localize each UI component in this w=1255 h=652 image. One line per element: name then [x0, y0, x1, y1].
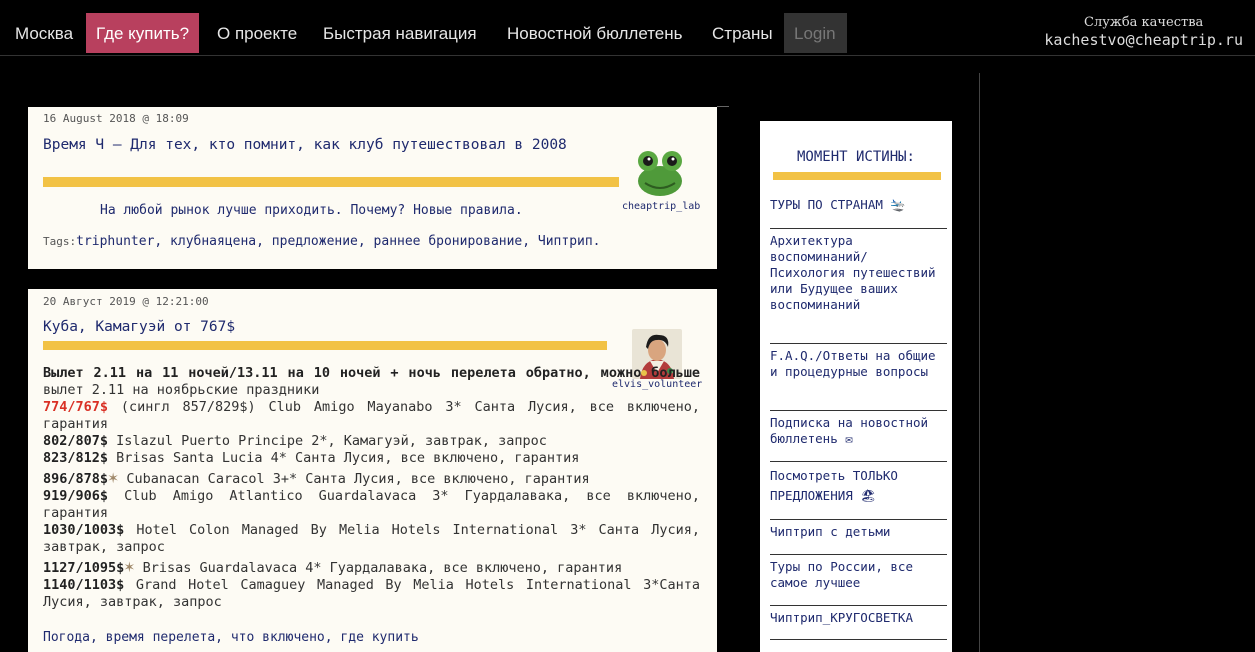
offer-price: 774/767$: [43, 399, 109, 415]
sidebar-divider: [770, 605, 947, 606]
palm-icon: ✶: [108, 468, 119, 488]
sidebar-item-tours-by-country[interactable]: ТУРЫ ПО СТРАНАМ 🛬: [770, 197, 950, 213]
offer-line: 823/812$ Brisas Santa Lucia 4* Санта Лус…: [43, 450, 700, 467]
offer-price: 896/878$: [43, 471, 109, 487]
nav-item-quick-navigation[interactable]: Быстрая навигация: [313, 13, 487, 53]
sidebar-item-round-the-world[interactable]: Чиптрип_КРУГОСВЕТКА: [770, 610, 950, 626]
frog-avatar-icon[interactable]: [635, 147, 685, 197]
offer-text: Brisas Santa Lucia 4* Санта Лусия, все в…: [108, 450, 580, 466]
title-underline-bar: [43, 177, 619, 187]
offer-price: 1030/1003$: [43, 522, 125, 538]
sidebar-item-offers-only[interactable]: Посмотреть ТОЛЬКО ПРЕДЛОЖЕНИЯ 🏖: [770, 466, 950, 506]
post-footer-link[interactable]: Погода, время перелета, что включено, гд…: [43, 630, 419, 645]
offer-line: 1127/1095$✶ Brisas Guardalavaca 4* Гуард…: [43, 559, 700, 577]
login-button[interactable]: Login: [784, 13, 847, 53]
offer-line: 919/906$ Club Amigo Atlantico Guardalava…: [43, 488, 700, 522]
top-navigation: Москва Где купить? О проекте Быстрая нав…: [0, 0, 1255, 56]
post-card: 20 Август 2019 @ 12:21:00 Куба, Камагуэй…: [28, 289, 717, 652]
sidebar-item-newsletter-subscribe[interactable]: Подписка на новостной бюллетень ✉: [770, 415, 950, 447]
sidebar-divider: [770, 519, 947, 520]
offer-text: Cubanacan Caracol 3+* Санта Лусия, все в…: [118, 471, 590, 487]
offer-text: Islazul Puerto Principe 2*, Камагуэй, за…: [108, 433, 547, 449]
nav-item-where-to-buy[interactable]: Где купить?: [86, 13, 200, 53]
nav-item-countries[interactable]: Страны: [702, 13, 783, 53]
sidebar-title-bar: [773, 172, 941, 180]
offer-line: 1140/1103$ Grand Hotel Camaguey Managed …: [43, 577, 700, 611]
tags-links[interactable]: triphunter, клубнаяцена, предложение, ра…: [76, 234, 600, 249]
post-tags: Tags:triphunter, клубнаяцена, предложени…: [43, 234, 601, 249]
palm-icon: ✶: [124, 557, 135, 577]
sidebar-item-russia-tours[interactable]: Туры по России, все самое лучшее: [770, 559, 950, 591]
nav-item-moscow[interactable]: Москва: [5, 13, 83, 53]
post-author[interactable]: cheaptrip_lab: [622, 201, 700, 212]
offer-price: 919/906$: [43, 488, 109, 504]
title-underline-bar: [43, 341, 607, 350]
post-card: 16 August 2018 @ 18:09 Время Ч – Для тех…: [28, 107, 717, 269]
post-date: 20 Август 2019 @ 12:21:00: [43, 295, 209, 308]
offer-text: Brisas Guardalavaca 4* Гуардалавака, все…: [134, 560, 623, 576]
intro-line: Вылет 2.11 на 11 ночей/13.11 на 10 ночей…: [43, 365, 700, 399]
nav-item-newsletter[interactable]: Новостной бюллетень: [497, 13, 693, 53]
offer-text: Hotel Colon Managed By Melia Hotels Inte…: [43, 522, 700, 555]
sidebar-divider: [770, 343, 947, 344]
sidebar-title: МОМЕНТ ИСТИНЫ:: [796, 149, 915, 165]
sidebar-divider: [770, 410, 947, 411]
sidebar-item-faq[interactable]: F.A.Q./Ответы на общие и процедурные воп…: [770, 348, 950, 380]
offer-text: (сингл 857/829$) Club Amigo Mayanabo 3* …: [43, 399, 700, 432]
nav-item-about[interactable]: О проекте: [207, 13, 307, 53]
offer-line: 774/767$ (сингл 857/829$) Club Amigo May…: [43, 399, 700, 433]
sidebar-divider: [770, 554, 947, 555]
tags-label: Tags:: [43, 235, 77, 248]
column-divider: [979, 73, 980, 652]
intro-bold: Вылет 2.11 на 11 ночей/13.11 на 10 ночей…: [43, 365, 700, 381]
sidebar-divider: [770, 639, 947, 640]
quality-title: Служба качества: [1084, 15, 1204, 30]
offer-text: Club Amigo Atlantico Guardalavaca 3* Гуа…: [43, 488, 700, 521]
offer-text: Grand Hotel Camaguey Managed By Melia Ho…: [43, 577, 700, 610]
post-content: Вылет 2.11 на 11 ночей/13.11 на 10 ночей…: [43, 365, 700, 611]
sidebar: МОМЕНТ ИСТИНЫ: ТУРЫ ПО СТРАНАМ 🛬 Архитек…: [760, 121, 952, 652]
post-excerpt-link[interactable]: На любой рынок лучше приходить. Почему? …: [100, 203, 523, 218]
post-date: 16 August 2018 @ 18:09: [43, 112, 189, 125]
divider: [717, 106, 729, 107]
offer-line: 896/878$✶ Cubanacan Caracol 3+* Санта Лу…: [43, 470, 700, 488]
post-title-link[interactable]: Куба, Камагуэй от 767$: [43, 318, 603, 336]
offer-line: 1030/1003$ Hotel Colon Managed By Melia …: [43, 522, 700, 556]
offer-price: 1127/1095$: [43, 560, 125, 576]
quality-email-link[interactable]: kachestvo@cheaptrip.ru: [1044, 31, 1243, 49]
sidebar-item-with-kids[interactable]: Чиптрип с детьми: [770, 524, 950, 540]
sidebar-divider: [770, 461, 947, 462]
sidebar-item-memory-architecture[interactable]: Архитектура воспоминаний/ Психология пут…: [770, 233, 950, 313]
offer-line: 802/807$ Islazul Puerto Principe 2*, Кам…: [43, 433, 700, 450]
post-title-link[interactable]: Время Ч – Для тех, кто помнит, как клуб …: [43, 136, 603, 154]
offer-price: 1140/1103$: [43, 577, 125, 593]
offer-price: 802/807$: [43, 433, 109, 449]
offer-price: 823/812$: [43, 450, 109, 466]
sidebar-divider: [770, 228, 947, 229]
intro-rest: вылет 2.11 на ноябрьские праздники: [43, 382, 320, 398]
quality-service: Служба качества kachestvo@cheaptrip.ru: [1044, 15, 1243, 49]
